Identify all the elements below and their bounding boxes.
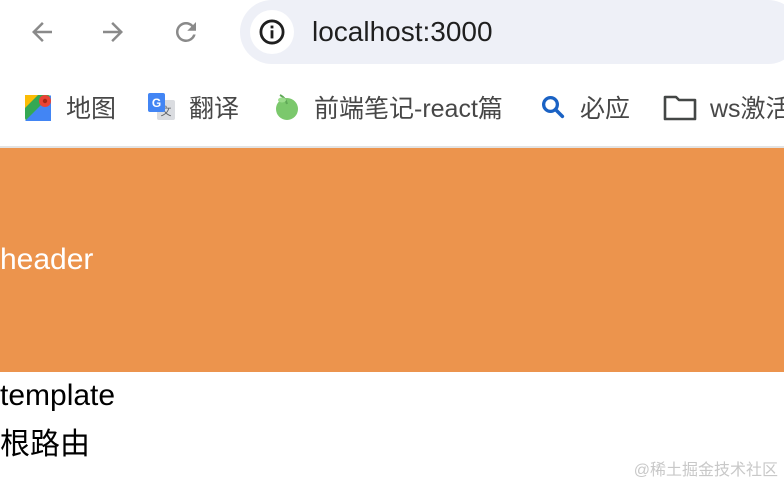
- site-info-button[interactable]: [250, 10, 294, 54]
- bookmark-folder-ws[interactable]: ws激活: [662, 90, 784, 124]
- page-header: header: [0, 148, 784, 372]
- browser-toolbar: localhost:3000: [0, 0, 784, 66]
- google-maps-icon: [24, 92, 54, 122]
- leaf-icon: [272, 92, 302, 122]
- bookmark-label: 必应: [580, 95, 631, 123]
- search-icon: [538, 92, 568, 122]
- arrow-left-icon: [32, 22, 52, 42]
- google-translate-icon: 文 G: [147, 92, 177, 122]
- address-bar[interactable]: localhost:3000: [240, 0, 784, 64]
- bookmark-label: 翻译: [189, 95, 240, 123]
- reload-icon: [175, 21, 196, 42]
- info-icon: [259, 19, 285, 45]
- url-text[interactable]: localhost:3000: [312, 14, 493, 50]
- page-content: header template 根路由: [0, 148, 784, 486]
- forward-button[interactable]: [93, 12, 133, 52]
- svg-text:G: G: [152, 96, 161, 110]
- arrow-right-icon: [103, 22, 123, 42]
- watermark: @稀土掘金技术社区: [633, 462, 778, 479]
- bookmark-label: 地图: [66, 95, 117, 123]
- root-route-text: 根路由: [0, 428, 90, 461]
- back-button[interactable]: [22, 12, 62, 52]
- reload-button[interactable]: [166, 12, 206, 52]
- bookmark-translate[interactable]: 文 G 翻译: [147, 90, 239, 124]
- bookmark-label: 前端笔记-react篇: [314, 95, 503, 123]
- bookmark-maps[interactable]: 地图: [24, 90, 116, 124]
- template-text: template: [0, 379, 116, 412]
- header-text: header: [0, 243, 94, 276]
- bookmark-label: ws激活: [710, 95, 784, 123]
- bookmark-react-notes[interactable]: 前端笔记-react篇: [272, 90, 503, 124]
- bookmark-bing[interactable]: 必应: [538, 90, 630, 124]
- bookmarks-bar: 地图 文 G 翻译 前端笔记-react篇 必应 ws激活: [0, 66, 784, 148]
- folder-icon: [662, 92, 698, 122]
